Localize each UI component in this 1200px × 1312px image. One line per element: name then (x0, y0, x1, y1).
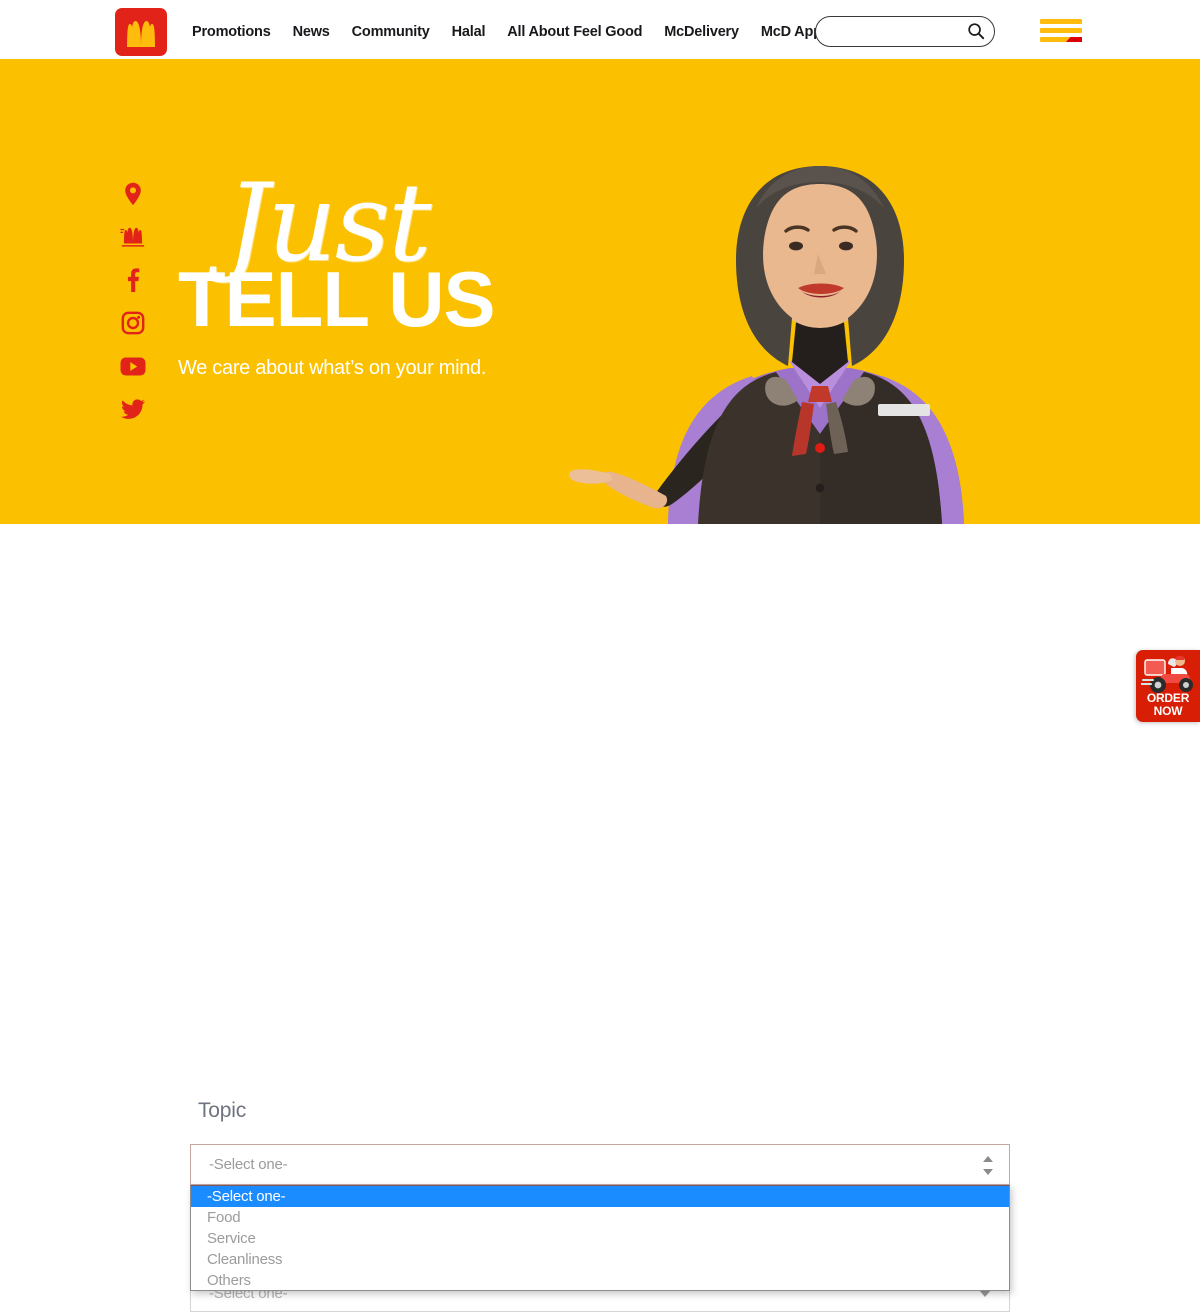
hero-banner: Just TELL US We care about what’s on you… (0, 63, 1200, 524)
search-input[interactable] (828, 17, 968, 46)
main-navigation: Promotions News Community Halal All Abou… (192, 0, 822, 63)
nav-item-mcdelivery[interactable]: McDelivery (664, 24, 739, 40)
site-header: Promotions News Community Halal All Abou… (0, 0, 1200, 63)
crew-member-photo (490, 104, 1050, 524)
dropdown-option-select-one[interactable]: -Select one- (191, 1186, 1009, 1207)
topic-field-label: Topic (198, 1099, 247, 1122)
hamburger-menu-icon[interactable] (1040, 19, 1082, 45)
chevron-down-icon (982, 1169, 993, 1175)
order-now-badge[interactable]: ORDER NOW (1136, 650, 1200, 722)
dropdown-option-food[interactable]: Food (191, 1207, 1009, 1228)
topic-select-value: -Select one- (209, 1156, 288, 1173)
location-pin-icon[interactable] (120, 181, 146, 207)
search-button[interactable] (966, 22, 986, 42)
nav-item-community[interactable]: Community (352, 24, 430, 40)
mcdonalds-arches-icon (126, 16, 156, 48)
menu-bar-2 (1040, 28, 1082, 33)
nav-item-mcd-app[interactable]: McD App (761, 24, 822, 40)
twitter-icon[interactable] (120, 396, 146, 422)
order-now-text: ORDER NOW (1136, 692, 1200, 718)
chevron-down-icon (979, 1290, 991, 1297)
topic-select-dropdown[interactable]: -Select one- Food Service Cleanliness Ot… (190, 1185, 1010, 1291)
social-links-rail (118, 181, 148, 422)
dropdown-option-cleanliness[interactable]: Cleanliness (191, 1249, 1009, 1270)
nav-item-all-about-feel-good[interactable]: All About Feel Good (507, 24, 642, 40)
feedback-form-section: Topic -Select one- -Select one- Food Ser… (0, 524, 1200, 1312)
topic-select[interactable]: -Select one- (190, 1144, 1010, 1185)
menu-bar-1 (1040, 19, 1082, 24)
order-now-line2: NOW (1153, 704, 1183, 718)
nav-item-halal[interactable]: Halal (452, 24, 486, 40)
dropdown-option-others[interactable]: Others (191, 1270, 1009, 1291)
youtube-icon[interactable] (120, 353, 146, 379)
facebook-icon[interactable] (120, 267, 146, 293)
search-box[interactable] (815, 16, 995, 47)
mcdonalds-arches-icon[interactable] (120, 224, 146, 250)
instagram-icon[interactable] (120, 310, 146, 336)
nav-item-promotions[interactable]: Promotions (192, 24, 271, 40)
nav-item-news[interactable]: News (293, 24, 330, 40)
mcdonalds-logo[interactable] (115, 8, 167, 56)
chevron-up-icon (982, 1156, 993, 1162)
dropdown-option-service[interactable]: Service (191, 1228, 1009, 1249)
search-icon (967, 23, 985, 43)
select-spinner-icon (982, 1156, 993, 1175)
